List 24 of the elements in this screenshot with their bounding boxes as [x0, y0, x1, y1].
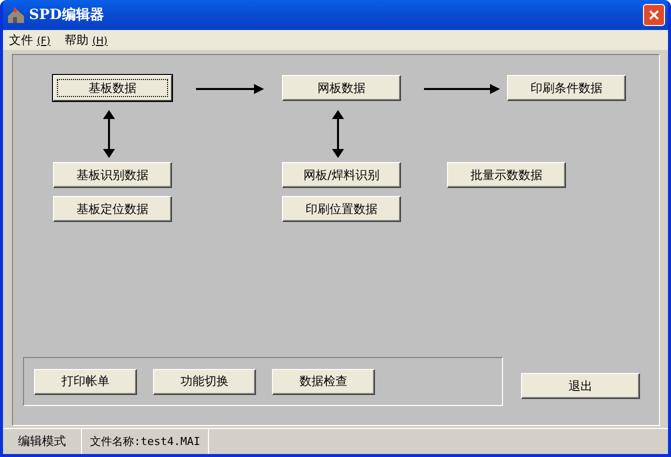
- tool-button[interactable]: 数据检查: [272, 368, 375, 394]
- data-button[interactable]: 印刷条件数据: [507, 75, 626, 101]
- menu-item[interactable]: 帮助 (H): [64, 32, 108, 48]
- data-button[interactable]: 基板定位数据: [53, 196, 172, 222]
- double-arrow-icon: [103, 110, 115, 158]
- data-button[interactable]: 基板识别数据: [53, 162, 172, 188]
- arrow-icon: [196, 84, 264, 94]
- data-button[interactable]: 批量示数数据: [447, 162, 566, 188]
- tool-button[interactable]: 功能切换: [153, 368, 256, 394]
- menu-item[interactable]: 文件 (F): [9, 32, 50, 48]
- exit-button[interactable]: 退出: [521, 373, 640, 399]
- data-button[interactable]: 基板数据: [53, 75, 172, 101]
- close-button[interactable]: [643, 4, 665, 26]
- data-button[interactable]: 网板数据: [282, 75, 401, 101]
- house-icon: [7, 6, 25, 24]
- close-icon: [648, 9, 660, 21]
- status-mode: 编辑模式: [3, 429, 82, 454]
- arrow-icon: [424, 84, 500, 94]
- double-arrow-icon: [332, 110, 344, 158]
- data-button[interactable]: 网板/焊料识别: [282, 162, 401, 188]
- tool-button[interactable]: 打印帐单: [34, 368, 137, 394]
- status-filename: 文件名称:test4.MAI: [82, 429, 210, 454]
- data-button[interactable]: 印刷位置数据: [282, 196, 401, 222]
- window-title: SPD编辑器: [29, 6, 104, 24]
